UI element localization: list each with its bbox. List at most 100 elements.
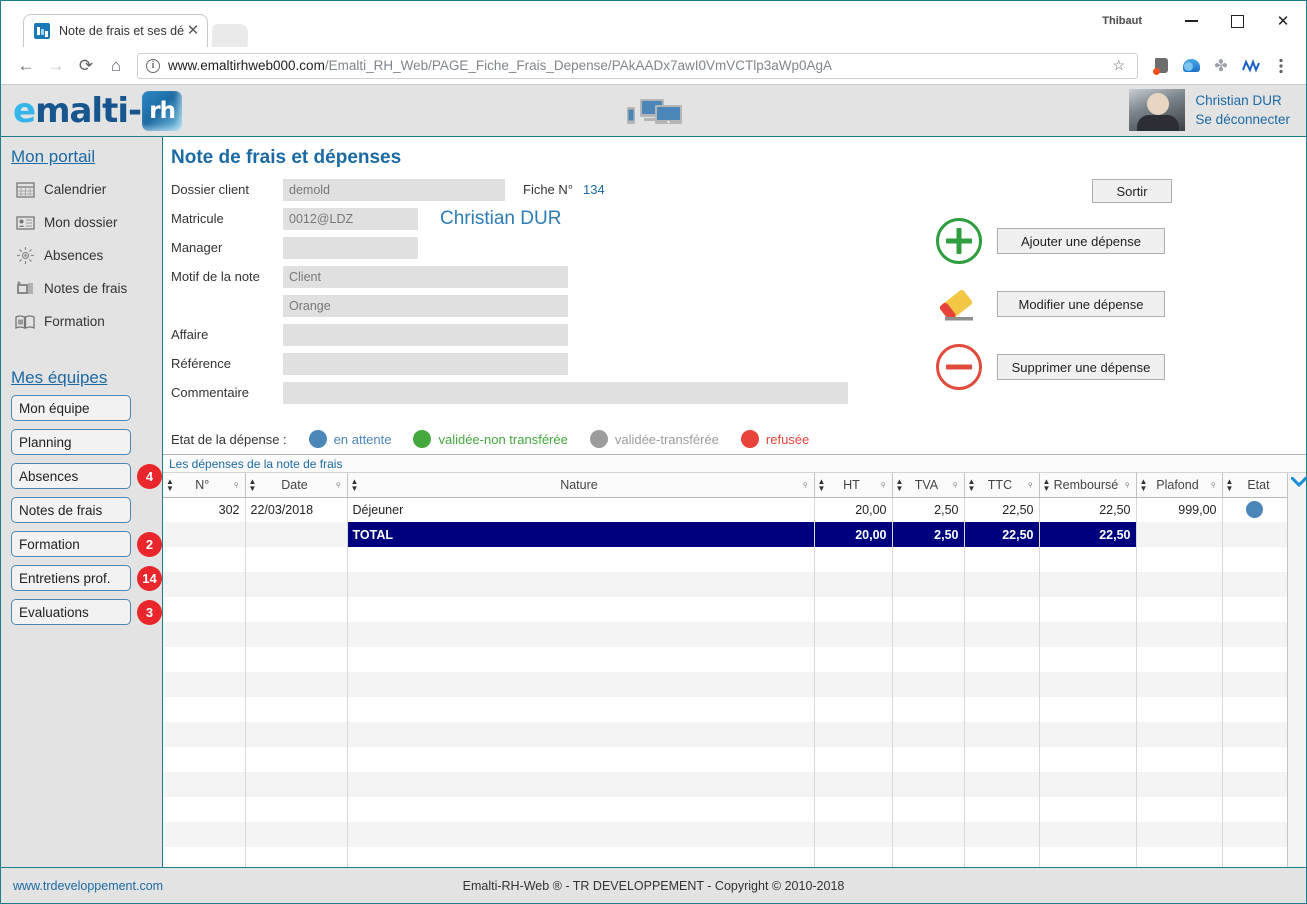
sidebar-item-mon-dossier[interactable]: Mon dossier xyxy=(1,206,162,239)
reload-icon[interactable]: ⟳ xyxy=(71,51,101,81)
home-icon[interactable]: ⌂ xyxy=(101,51,131,81)
search-icon[interactable]: ⌕ xyxy=(875,477,891,493)
table-row-empty[interactable] xyxy=(163,797,1288,823)
app-header: e malti- rh Christian DUR Se déconnecter xyxy=(1,85,1306,138)
footer-link[interactable]: www.trdeveloppement.com xyxy=(13,879,163,893)
column-header-numero[interactable]: ▲ ▼ N° ⌕ xyxy=(163,473,246,498)
wave-extension-icon[interactable] xyxy=(1239,54,1263,78)
sidebar-item-formation[interactable]: Formation xyxy=(1,305,162,338)
plus-circle-icon[interactable] xyxy=(931,216,987,266)
close-window-button[interactable]: ✕ xyxy=(1260,6,1306,36)
motif-input[interactable] xyxy=(283,265,568,288)
chevron-down-icon[interactable] xyxy=(1288,473,1306,493)
table-row-empty[interactable] xyxy=(163,847,1288,868)
grid-scroll-column[interactable] xyxy=(1287,473,1306,868)
sidebar-team-formation[interactable]: Formation xyxy=(11,531,131,558)
table-row-empty[interactable] xyxy=(163,597,1288,623)
column-header-plafond[interactable]: ▲ ▼ Plafond ⌕ xyxy=(1136,473,1223,498)
sort-icon[interactable]: ▲ ▼ xyxy=(166,477,174,492)
affaire-input[interactable] xyxy=(283,323,568,346)
sidebar-teams-heading[interactable]: Mes équipes xyxy=(11,368,162,388)
bookmark-extension-icon[interactable] xyxy=(1149,54,1173,78)
column-header-nature[interactable]: ▲ ▼ Nature ⌕ xyxy=(347,473,815,498)
sidebar-team-absences[interactable]: Absences xyxy=(11,463,131,490)
table-row-empty[interactable] xyxy=(163,672,1288,698)
table-row-empty[interactable] xyxy=(163,547,1288,573)
table-row-empty[interactable] xyxy=(163,622,1288,648)
sidebar-team-evaluations[interactable]: Evaluations xyxy=(11,599,131,626)
table-row-empty[interactable] xyxy=(163,722,1288,748)
sort-icon[interactable]: ▲ ▼ xyxy=(968,477,976,492)
forward-icon[interactable]: → xyxy=(41,51,71,81)
sidebar-item-absences[interactable]: Absences xyxy=(1,239,162,272)
sortir-button[interactable]: Sortir xyxy=(1092,179,1172,204)
minus-circle-icon[interactable] xyxy=(931,342,987,392)
search-icon[interactable]: ⌕ xyxy=(330,477,346,493)
search-icon[interactable]: ⌕ xyxy=(1022,477,1038,493)
site-info-icon[interactable]: i xyxy=(146,58,160,73)
sort-icon[interactable]: ▲ ▼ xyxy=(896,477,904,492)
bookmark-star-icon[interactable]: ☆ xyxy=(1108,57,1129,74)
cloud-extension-icon[interactable] xyxy=(1179,54,1203,78)
eraser-icon[interactable] xyxy=(931,279,987,329)
sidebar-item-calendrier[interactable]: Calendrier xyxy=(1,173,162,206)
search-icon[interactable]: ⌕ xyxy=(947,477,963,493)
search-icon[interactable]: ⌕ xyxy=(1119,477,1135,493)
maximize-button[interactable] xyxy=(1214,6,1260,36)
column-header-etat[interactable]: ▲ ▼ Etat xyxy=(1222,473,1288,498)
table-row-empty[interactable] xyxy=(163,572,1288,598)
sort-icon[interactable]: ▲ ▼ xyxy=(1226,477,1234,492)
browser-menu-icon[interactable] xyxy=(1269,54,1293,78)
cell-empty xyxy=(347,672,815,698)
search-icon[interactable]: ⌕ xyxy=(228,477,244,493)
close-tab-icon[interactable]: ✕ xyxy=(185,23,201,38)
sidebar-team-row: Notes de frais xyxy=(11,497,162,524)
back-icon[interactable]: ← xyxy=(11,51,41,81)
add-expense-button[interactable]: Ajouter une dépense xyxy=(997,228,1165,255)
sidebar-team-notes-de-frais[interactable]: Notes de frais xyxy=(11,497,131,524)
sort-icon[interactable]: ▲ ▼ xyxy=(1140,477,1148,492)
table-row[interactable]: 302 22/03/2018 Déjeuner 20,00 2,50 22,50… xyxy=(163,497,1288,523)
address-bar[interactable]: i www.emaltirhweb000.com/Emalti_RH_Web/P… xyxy=(137,52,1138,79)
matricule-input[interactable] xyxy=(283,207,418,230)
sort-icon[interactable]: ▲ ▼ xyxy=(249,477,257,492)
table-row-empty[interactable] xyxy=(163,747,1288,773)
column-header-tva[interactable]: ▲ ▼ TVA ⌕ xyxy=(892,473,965,498)
table-row-empty[interactable] xyxy=(163,697,1288,723)
sort-icon[interactable]: ▲ ▼ xyxy=(1043,477,1051,492)
edit-expense-button[interactable]: Modifier une dépense xyxy=(997,291,1165,318)
new-tab-button[interactable] xyxy=(211,23,249,47)
column-header-ht[interactable]: ▲ ▼ HT ⌕ xyxy=(814,473,893,498)
url-text: www.emaltirhweb000.com/Emalti_RH_Web/PAG… xyxy=(168,58,1108,73)
sidebar-team-mon-equipe[interactable]: Mon équipe xyxy=(11,395,131,422)
search-icon[interactable]: ⌕ xyxy=(1205,477,1221,493)
user-name-link[interactable]: Christian DUR xyxy=(1195,91,1290,111)
column-header-ttc[interactable]: ▲ ▼ TTC ⌕ xyxy=(964,473,1040,498)
motif-detail-input[interactable] xyxy=(283,294,568,317)
commentaire-input[interactable] xyxy=(283,381,848,404)
delete-expense-button[interactable]: Supprimer une dépense xyxy=(997,354,1165,381)
sidebar-portal-heading[interactable]: Mon portail xyxy=(11,147,162,167)
table-row-empty[interactable] xyxy=(163,647,1288,673)
reference-input[interactable] xyxy=(283,352,568,375)
logout-link[interactable]: Se déconnecter xyxy=(1195,110,1290,130)
search-icon[interactable]: ⌕ xyxy=(797,477,813,493)
table-row-empty[interactable] xyxy=(163,822,1288,848)
puzzle-extensions-icon[interactable]: ✤ xyxy=(1209,54,1233,78)
browser-tab[interactable]: Note de frais et ses dépe ✕ xyxy=(23,13,208,47)
column-header-rembourse[interactable]: ▲ ▼ Remboursé ⌕ xyxy=(1039,473,1137,498)
manager-input[interactable] xyxy=(283,236,418,259)
sort-icon[interactable]: ▲ ▼ xyxy=(818,477,826,492)
status-legend: Etat de la dépense : en attente validée-… xyxy=(163,424,1306,454)
matricule-employee-name: Christian DUR xyxy=(440,207,562,229)
minimize-button[interactable] xyxy=(1168,6,1214,36)
sidebar-item-notes-de-frais[interactable]: Notes de frais xyxy=(1,272,162,305)
dossier-client-input[interactable] xyxy=(283,178,505,201)
sidebar-team-entretiens-prof[interactable]: Entretiens prof. xyxy=(11,565,131,592)
column-header-date[interactable]: ▲ ▼ Date ⌕ xyxy=(245,473,348,498)
sidebar-team-planning[interactable]: Planning xyxy=(11,429,131,456)
table-row-empty[interactable] xyxy=(163,772,1288,798)
cell-empty xyxy=(964,747,1040,773)
sort-icon[interactable]: ▲ ▼ xyxy=(351,477,359,492)
cell-empty xyxy=(1222,747,1288,773)
